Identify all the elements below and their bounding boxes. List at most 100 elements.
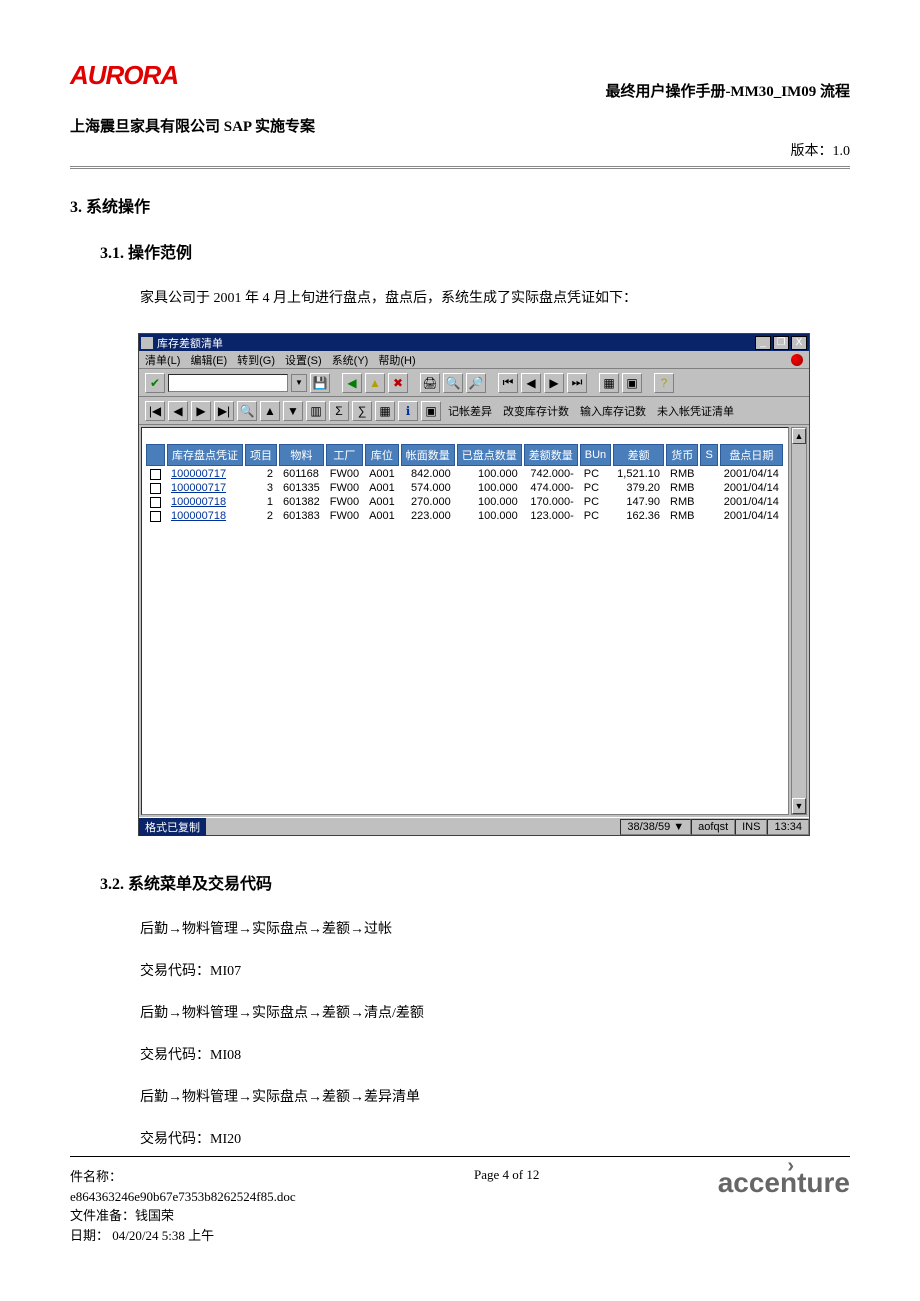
minimize-button[interactable]: _ (755, 336, 771, 350)
col-plant[interactable]: 工厂 (326, 444, 363, 466)
find-next-icon[interactable]: 🔎 (466, 373, 486, 393)
col-checkbox[interactable] (146, 444, 165, 466)
vertical-scrollbar[interactable]: ▲ ▼ (791, 427, 807, 815)
tcode-line: 交易代码：MI20 (140, 1126, 850, 1154)
col-diffqty[interactable]: 差额数量 (524, 444, 578, 466)
col-date[interactable]: 盘点日期 (720, 444, 783, 466)
col-bookqty[interactable]: 帐面数量 (401, 444, 455, 466)
section-3-2-heading: 3.2. 系统菜单及交易代码 (100, 870, 850, 894)
cell-date: 2001/04/14 (720, 496, 783, 508)
scroll-up-icon[interactable]: ▲ (792, 428, 806, 444)
menu-edit[interactable]: 编辑(E) (190, 352, 227, 368)
shortcut-icon[interactable]: ▣ (622, 373, 642, 393)
toolbar-label-change-count[interactable]: 改变库存计数 (499, 403, 573, 419)
cell-currency: RMB (666, 510, 698, 522)
cell-docno[interactable]: 100000717 (167, 468, 243, 480)
maximize-button[interactable]: ❐ (773, 336, 789, 350)
find-icon[interactable]: 🔍 (443, 373, 463, 393)
next-page-icon[interactable]: ▶ (544, 373, 564, 393)
sap-standard-toolbar: ✔ ▼ 💾 ◀ ▲ ✖ 🖨 🔍 🔎 ⏮ ◀ ▶ ⏭ ▦ ▣ ? (139, 369, 809, 397)
cell-item: 2 (245, 510, 277, 522)
nav-next-icon[interactable]: ▶ (191, 401, 211, 421)
toolbar-label-unposted-list[interactable]: 未入帐凭证清单 (653, 403, 738, 419)
row-checkbox[interactable] (150, 469, 161, 480)
sap-app-toolbar: |◀ ◀ ▶ ▶| 🔍 ▲ ▼ ▥ Σ ∑ ▦ ℹ ▣ 记帐差异 改变库存计数 … (139, 397, 809, 425)
sap-titlebar[interactable]: 库存差额清单 _ ❐ X (139, 334, 809, 351)
cell-plant: FW00 (326, 496, 363, 508)
col-s[interactable]: S (700, 444, 717, 466)
print-icon[interactable]: 🖨 (420, 373, 440, 393)
menu-help[interactable]: 帮助(H) (378, 352, 415, 368)
toolbar-label-enter-count[interactable]: 输入库存记数 (576, 403, 650, 419)
menu-path: 后勤→物料管理→实际盘点→差额→清点/差额 (140, 1000, 850, 1028)
sort-asc-icon[interactable]: ▲ (260, 401, 280, 421)
cancel-icon[interactable]: ✖ (388, 373, 408, 393)
menu-settings[interactable]: 设置(S) (285, 352, 322, 368)
sap-color-indicator[interactable] (791, 354, 803, 366)
row-checkbox[interactable] (150, 511, 161, 522)
help-icon[interactable]: ? (654, 373, 674, 393)
command-field[interactable] (168, 374, 288, 392)
row-checkbox[interactable] (150, 483, 161, 494)
nav-first-icon[interactable]: |◀ (145, 401, 165, 421)
table-row[interactable]: 1000007181601382FW00A001270.000100.00017… (146, 496, 783, 508)
col-currency[interactable]: 货币 (666, 444, 698, 466)
col-item[interactable]: 项目 (245, 444, 277, 466)
cell-docno[interactable]: 100000717 (167, 482, 243, 494)
exit-icon[interactable]: ▲ (365, 373, 385, 393)
toolbar-label-post-diff[interactable]: 记帐差异 (444, 403, 496, 419)
section-3-heading: 3. 系统操作 (70, 193, 850, 217)
sap-menubar[interactable]: 清单(L) 编辑(E) 转到(G) 设置(S) 系统(Y) 帮助(H) (139, 351, 809, 369)
menu-path: 后勤→物料管理→实际盘点→差额→过帐 (140, 916, 850, 944)
export-icon[interactable]: ▦ (375, 401, 395, 421)
col-bun[interactable]: BUn (580, 444, 611, 466)
cell-plant: FW00 (326, 468, 363, 480)
table-row[interactable]: 1000007173601335FW00A001574.000100.00047… (146, 482, 783, 494)
cell-diffval: 147.90 (613, 496, 664, 508)
prev-page-icon[interactable]: ◀ (521, 373, 541, 393)
nav-last-icon[interactable]: ▶| (214, 401, 234, 421)
status-mode: INS (735, 819, 767, 835)
nav-prev-icon[interactable]: ◀ (168, 401, 188, 421)
enter-icon[interactable]: ✔ (145, 373, 165, 393)
info-icon[interactable]: ℹ (398, 401, 418, 421)
menu-system[interactable]: 系统(Y) (332, 352, 369, 368)
footer-file-label: 件名称： (70, 1167, 296, 1187)
layout-icon[interactable]: ▣ (421, 401, 441, 421)
cell-storage: A001 (365, 482, 399, 494)
row-checkbox[interactable] (150, 497, 161, 508)
col-diffval[interactable]: 差额 (613, 444, 664, 466)
sap-statusbar: 格式已复制 38/38/59 ▼ aofqst INS 13:34 (139, 817, 809, 835)
header-rule (70, 166, 850, 169)
cell-diffqty: 170.000- (524, 496, 578, 508)
command-dropdown[interactable]: ▼ (291, 374, 307, 392)
col-docno[interactable]: 库存盘点凭证 (167, 444, 243, 466)
close-button[interactable]: X (791, 336, 807, 350)
col-countqty[interactable]: 已盘点数量 (457, 444, 522, 466)
detail-icon[interactable]: 🔍 (237, 401, 257, 421)
status-position: 38/38/59 ▼ (620, 819, 691, 835)
diff-table: 库存盘点凭证 项目 物料 工厂 库位 帐面数量 已盘点数量 差额数量 BUn 差… (144, 442, 785, 524)
col-material[interactable]: 物料 (279, 444, 324, 466)
cell-docno[interactable]: 100000718 (167, 496, 243, 508)
last-page-icon[interactable]: ⏭ (567, 373, 587, 393)
filter-icon[interactable]: ▥ (306, 401, 326, 421)
table-row[interactable]: 1000007182601383FW00A001223.000100.00012… (146, 510, 783, 522)
menu-list[interactable]: 清单(L) (145, 352, 180, 368)
first-page-icon[interactable]: ⏮ (498, 373, 518, 393)
back-icon[interactable]: ◀ (342, 373, 362, 393)
doc-title: 最终用户操作手册-MM30_IM09 流程 (605, 80, 850, 101)
total-icon[interactable]: Σ (329, 401, 349, 421)
table-row[interactable]: 1000007172601168FW00A001842.000100.00074… (146, 468, 783, 480)
sort-desc-icon[interactable]: ▼ (283, 401, 303, 421)
subtotal-icon[interactable]: ∑ (352, 401, 372, 421)
status-time: 13:34 (767, 819, 809, 835)
tcode-line: 交易代码：MI08 (140, 1042, 850, 1070)
menu-goto[interactable]: 转到(G) (237, 352, 275, 368)
save-icon[interactable]: 💾 (310, 373, 330, 393)
new-session-icon[interactable]: ▦ (599, 373, 619, 393)
cell-docno[interactable]: 100000718 (167, 510, 243, 522)
scroll-down-icon[interactable]: ▼ (792, 798, 806, 814)
cell-storage: A001 (365, 496, 399, 508)
col-storage[interactable]: 库位 (365, 444, 399, 466)
